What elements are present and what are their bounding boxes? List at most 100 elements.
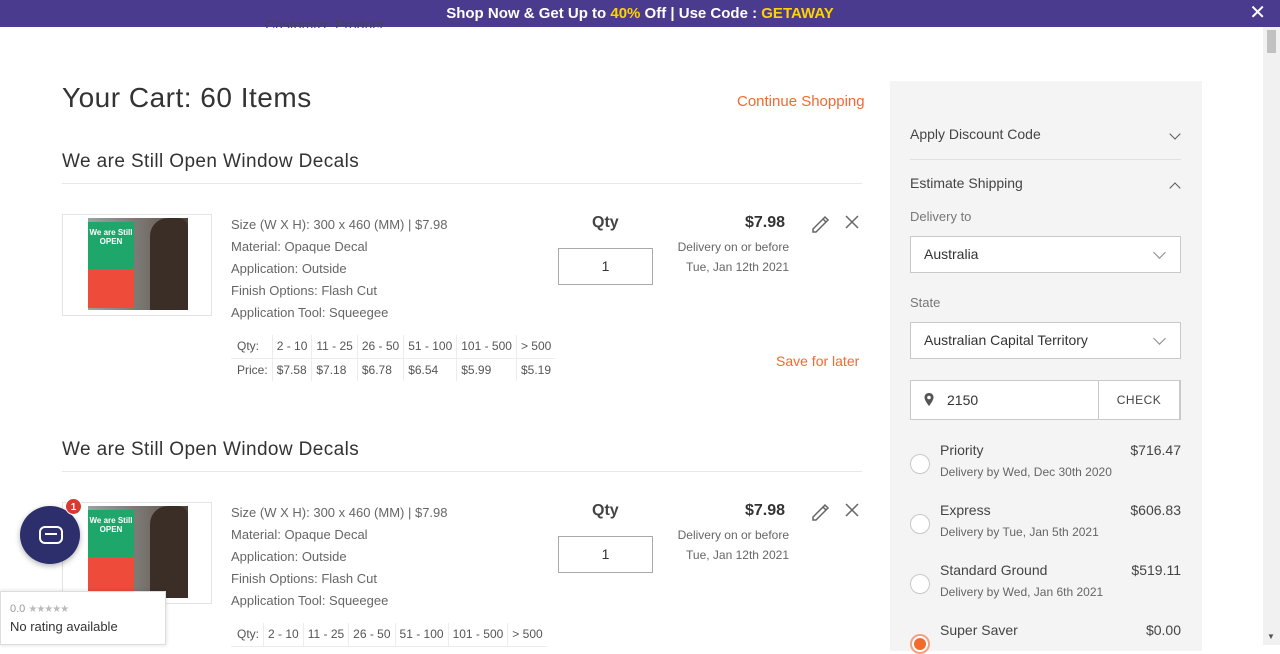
delivery-date: Tue, Jan 12th 2021 [686, 260, 789, 274]
detail-size: Size (W X H): 300 x 460 (MM) | $7.98 [231, 505, 448, 520]
detail-application: Application: Outside [231, 549, 347, 564]
sign-graphic: We are Still OPEN [88, 222, 134, 308]
sign-graphic: We are Still OPEN [88, 510, 134, 596]
tier-cell: 26 - 50 [348, 623, 396, 647]
product-image[interactable]: We are Still OPEN [88, 506, 188, 598]
product-image-frame[interactable]: We are Still OPEN [62, 502, 212, 604]
tier-cell: $6.78 [357, 358, 405, 381]
scroll-down-icon[interactable]: ▼ [1267, 632, 1275, 641]
detail-application: Application: Outside [231, 261, 347, 276]
notification-badge: 1 [65, 498, 82, 515]
tier-cell: 2 - 10 [263, 623, 304, 647]
state-select[interactable]: Australian Capital Territory [910, 322, 1181, 359]
tier-cell: $7.58 [272, 358, 313, 381]
estimate-shipping-accordion[interactable]: Estimate Shipping [910, 175, 1181, 194]
delivery-line: Delivery on or before [677, 528, 789, 542]
tier-cell: Qty: [231, 623, 265, 647]
save-for-later-link[interactable]: Save for later [776, 353, 859, 369]
option-name: Super Saver [940, 622, 1018, 638]
option-name: Priority [940, 442, 984, 458]
item-name: We are Still Open Window Decals [62, 151, 360, 172]
detail-tool: Application Tool: Squeegee [231, 305, 389, 320]
radio-button[interactable] [910, 454, 930, 474]
divider [910, 159, 1181, 160]
pencil-icon[interactable] [810, 502, 830, 522]
pencil-icon[interactable] [810, 214, 830, 234]
detail-finish: Finish Options: Flash Cut [231, 283, 377, 298]
radio-button[interactable] [910, 514, 930, 534]
promo-code: GETAWAY [761, 5, 834, 22]
item-details: Size (W X H): 300 x 460 (MM) | $7.98 Mat… [231, 502, 448, 612]
check-button[interactable]: CHECK [1098, 380, 1180, 420]
option-price: $716.47 [1130, 442, 1181, 458]
rating-widget[interactable]: 0.0 ★★★★★ No rating available [0, 591, 166, 645]
promo-banner: Shop Now & Get Up to 40% Off | Use Code … [0, 0, 1280, 27]
tier-cell: $7.18 [311, 358, 358, 381]
detail-material: Material: Opaque Decal [231, 527, 368, 542]
country-value: Australia [924, 246, 979, 262]
tier-cell: 11 - 25 [311, 335, 358, 359]
item-price: $7.98 [745, 502, 786, 519]
tier-cell: 51 - 100 [395, 623, 449, 647]
radio-button[interactable] [910, 574, 930, 594]
close-icon[interactable] [844, 214, 860, 230]
close-icon[interactable]: ✕ [1249, 0, 1266, 27]
option-price: $0.00 [1145, 622, 1181, 638]
chevron-up-icon [1169, 182, 1181, 194]
tier-cell: $6.54 [403, 358, 458, 381]
tier-cell: Qty: [231, 335, 273, 359]
option-name: Express [940, 502, 991, 518]
rating-value: 0.0 [10, 603, 26, 615]
discount-accordion[interactable]: Apply Discount Code [910, 126, 1181, 142]
scrollbar-thumb[interactable] [1267, 30, 1276, 53]
option-date: Delivery by Tue, Jan 5th 2021 [940, 525, 1099, 539]
product-image[interactable]: We are Still OPEN [88, 218, 188, 310]
sign-text: We are Still OPEN [88, 222, 134, 269]
zip-field[interactable]: 2150 CHECK [910, 380, 1181, 420]
scrollbar[interactable]: ▼ [1263, 27, 1280, 645]
continue-shopping-link[interactable]: Continue Shopping [737, 93, 865, 110]
person-graphic [150, 218, 188, 310]
tier-cell: > 500 [507, 623, 547, 647]
rating-score: 0.0 ★★★★★ [10, 603, 69, 615]
tier-cell: 2 - 10 [272, 335, 313, 359]
tier-cell: 11 - 25 [303, 623, 350, 647]
promo-text: Shop Now & Get Up to [446, 5, 611, 22]
rating-text: No rating available [10, 619, 118, 634]
option-date: Delivery by Wed, Jan 6th 2021 [940, 585, 1104, 599]
cart-item: We are Still Open Window Decals We are S… [62, 151, 862, 381]
detail-tool: Application Tool: Squeegee [231, 593, 389, 608]
tier-cell: $5.99 [456, 358, 517, 381]
map-pin-icon [924, 393, 934, 406]
order-sidebar: Apply Discount Code Estimate Shipping De… [890, 81, 1202, 654]
zip-input[interactable]: 2150 [947, 381, 978, 419]
tier-cell: > 500 [516, 335, 556, 359]
delivery-estimate: Delivery on or before Tue, Jan 12th 2021 [655, 525, 789, 565]
state-value: Australian Capital Territory [924, 332, 1088, 348]
person-graphic [150, 506, 188, 598]
detail-size: Size (W X H): 300 x 460 (MM) | $7.98 [231, 217, 448, 232]
customize-product-link[interactable]: Customize Product [265, 14, 383, 28]
price-tier-table: Qty: 2 - 10 11 - 25 26 - 50 51 - 100 101… [231, 623, 547, 647]
sign-text: We are Still OPEN [88, 510, 134, 557]
tier-cell: 101 - 500 [448, 623, 509, 647]
quantity-input[interactable]: 1 [558, 536, 653, 573]
divider [62, 183, 862, 184]
country-select[interactable]: Australia [910, 236, 1181, 273]
qty-label: Qty [592, 214, 619, 231]
quantity-input[interactable]: 1 [558, 248, 653, 285]
detail-finish: Finish Options: Flash Cut [231, 571, 377, 586]
tier-cell: Price: [231, 358, 273, 381]
chevron-down-icon [1169, 128, 1181, 140]
promo-text-mid: Off | Use Code : [640, 5, 762, 22]
product-image-frame[interactable]: We are Still OPEN [62, 214, 212, 316]
radio-button-selected[interactable] [910, 634, 930, 654]
close-icon[interactable] [844, 502, 860, 518]
divider [62, 471, 862, 472]
chevron-down-icon [1153, 332, 1166, 345]
discount-label: Apply Discount Code [910, 126, 1041, 142]
tier-cell: 101 - 500 [456, 335, 517, 359]
chat-icon [39, 526, 63, 544]
tier-qty-row: Qty: 2 - 10 11 - 25 26 - 50 51 - 100 101… [231, 623, 547, 647]
delivery-line: Delivery on or before [677, 240, 789, 254]
